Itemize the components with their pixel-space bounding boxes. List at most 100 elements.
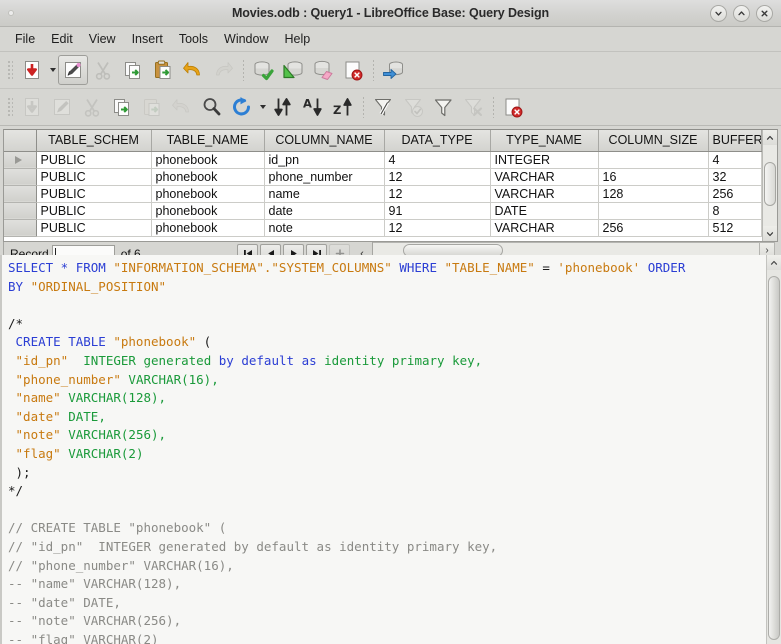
column-header-data-type[interactable]: DATA_TYPE (384, 130, 491, 152)
column-header-column-size[interactable]: COLUMN_SIZE (598, 130, 709, 152)
menu-view[interactable]: View (81, 29, 124, 49)
sql-vertical-scrollbar[interactable] (766, 255, 781, 644)
close-data-source-icon[interactable] (498, 92, 528, 122)
table-row[interactable]: PUBLIC phonebook name 12 VARCHAR 128 256 (4, 185, 762, 203)
table-row[interactable]: PUBLIC phonebook note 12 VARCHAR 256 512 (4, 219, 762, 237)
cell[interactable]: 12 (384, 185, 491, 203)
toolbar-grip[interactable] (6, 59, 13, 81)
select-all-header[interactable] (4, 130, 37, 152)
cell[interactable]: VARCHAR (490, 185, 599, 203)
cell[interactable]: VARCHAR (490, 168, 599, 186)
cell[interactable]: PUBLIC (36, 168, 152, 186)
window-menu-dot[interactable] (8, 10, 14, 16)
edit-pencil-icon[interactable] (58, 55, 88, 85)
menu-window[interactable]: Window (216, 29, 276, 49)
menu-file[interactable]: File (7, 29, 43, 49)
table-row[interactable]: PUBLIC phonebook phone_number 12 VARCHAR… (4, 168, 762, 186)
save-as-icon[interactable] (17, 55, 47, 85)
cell[interactable] (598, 151, 709, 169)
cell[interactable]: 256 (598, 219, 709, 237)
maximize-button[interactable] (733, 4, 750, 22)
scroll-up-button[interactable] (763, 130, 777, 145)
copy-icon[interactable] (107, 92, 137, 122)
cell[interactable]: name (264, 185, 385, 203)
cell[interactable]: 16 (598, 168, 709, 186)
cell[interactable]: VARCHAR (490, 219, 599, 237)
row-header[interactable] (4, 202, 37, 220)
cell[interactable]: PUBLIC (36, 202, 152, 220)
cell[interactable]: PUBLIC (36, 151, 152, 169)
paste-icon[interactable] (148, 55, 178, 85)
autofilter-icon[interactable] (368, 92, 398, 122)
standard-filter-icon[interactable] (428, 92, 458, 122)
sql-token: DATE, (68, 408, 106, 424)
cell[interactable]: phonebook (151, 168, 265, 186)
close-button[interactable] (756, 4, 773, 22)
cell[interactable]: phonebook (151, 202, 265, 220)
grid-vertical-scrollbar[interactable] (762, 130, 777, 241)
undo-icon[interactable] (178, 55, 208, 85)
clear-query-icon[interactable] (308, 55, 338, 85)
cell[interactable]: 12 (384, 219, 491, 237)
cell[interactable]: phone_number (264, 168, 385, 186)
sort-icon[interactable] (268, 92, 298, 122)
menu-insert[interactable]: Insert (124, 29, 171, 49)
cell[interactable]: 32 (708, 168, 762, 186)
cell[interactable]: note (264, 219, 385, 237)
refresh-dropdown-icon[interactable] (257, 92, 268, 122)
cell[interactable]: phonebook (151, 185, 265, 203)
table-row[interactable]: PUBLIC phonebook date 91 DATE 8 (4, 202, 762, 220)
find-record-icon[interactable] (197, 92, 227, 122)
sql-scroll-track[interactable] (767, 270, 781, 644)
menu-edit[interactable]: Edit (43, 29, 81, 49)
menu-tools[interactable]: Tools (171, 29, 216, 49)
design-view-icon[interactable] (278, 55, 308, 85)
column-header-table-name[interactable]: TABLE_NAME (151, 130, 265, 152)
cell[interactable]: 8 (708, 202, 762, 220)
cell[interactable] (598, 202, 709, 220)
run-query-icon[interactable] (248, 55, 278, 85)
cell[interactable]: 4 (384, 151, 491, 169)
close-document-icon[interactable] (338, 55, 368, 85)
cell[interactable]: phonebook (151, 151, 265, 169)
cell[interactable]: date (264, 202, 385, 220)
cell[interactable]: PUBLIC (36, 219, 152, 237)
sort-ascending-icon[interactable]: A (298, 92, 328, 122)
run-sql-direct-icon[interactable] (378, 55, 408, 85)
cell[interactable]: INTEGER (490, 151, 599, 169)
row-header[interactable] (4, 168, 37, 186)
column-header-type-name[interactable]: TYPE_NAME (490, 130, 599, 152)
sort-descending-icon[interactable]: Z (328, 92, 358, 122)
cell[interactable]: 256 (708, 185, 762, 203)
scroll-track[interactable] (763, 145, 777, 226)
cell[interactable]: 512 (708, 219, 762, 237)
cell[interactable]: 91 (384, 202, 491, 220)
sql-scroll-up-button[interactable] (767, 255, 781, 270)
cell[interactable]: 128 (598, 185, 709, 203)
cell[interactable]: id_pn (264, 151, 385, 169)
copy-icon[interactable] (118, 55, 148, 85)
scroll-down-button[interactable] (763, 226, 777, 241)
cell[interactable]: 12 (384, 168, 491, 186)
sql-scroll-thumb[interactable] (768, 276, 780, 640)
scroll-thumb[interactable] (764, 162, 776, 206)
column-header-table-schem[interactable]: TABLE_SCHEM (36, 130, 152, 152)
column-header-column-name[interactable]: COLUMN_NAME (264, 130, 385, 152)
refresh-icon[interactable] (227, 92, 257, 122)
cell[interactable]: 4 (708, 151, 762, 169)
row-header[interactable] (4, 151, 37, 169)
minimize-button[interactable] (710, 4, 727, 22)
column-header-buffer-len[interactable]: BUFFER_LEN (708, 130, 762, 152)
table-row[interactable]: PUBLIC phonebook id_pn 4 INTEGER 4 (4, 151, 762, 169)
toolbar-grip-2[interactable] (6, 96, 13, 118)
sql-text-area[interactable]: SELECT * FROM "INFORMATION_SCHEMA"."SYST… (0, 255, 766, 644)
save-dropdown-icon[interactable] (47, 55, 58, 85)
cell[interactable]: PUBLIC (36, 185, 152, 203)
sql-token: "TABLE_NAME" (444, 260, 543, 275)
menu-help[interactable]: Help (277, 29, 319, 49)
row-header[interactable] (4, 219, 37, 237)
row-header[interactable] (4, 185, 37, 203)
sql-line: "date" DATE, (8, 408, 766, 427)
cell[interactable]: DATE (490, 202, 599, 220)
cell[interactable]: phonebook (151, 219, 265, 237)
